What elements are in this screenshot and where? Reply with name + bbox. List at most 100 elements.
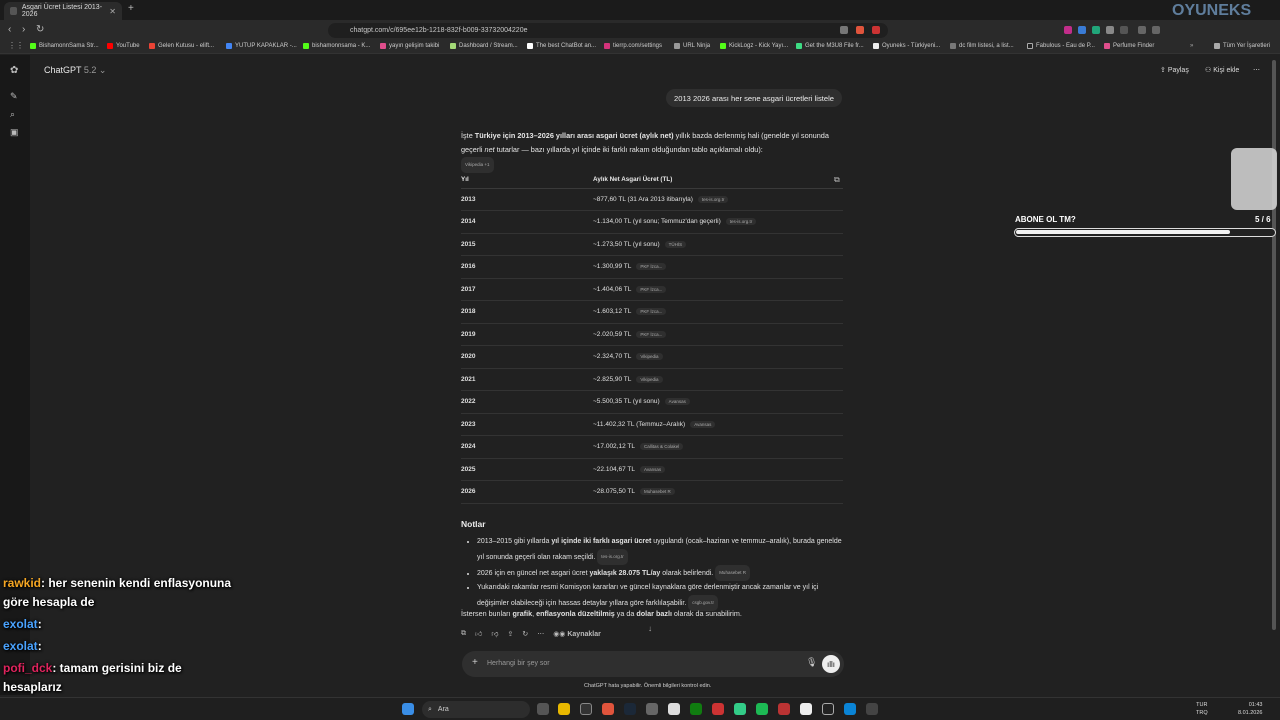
more-icon[interactable]: ⋯ xyxy=(537,630,544,638)
brave-rewards-icon[interactable] xyxy=(872,26,880,34)
steam-icon[interactable] xyxy=(624,703,636,715)
browser-tab[interactable]: Asgari Ücret Listesi 2013-2026 ✕ xyxy=(4,2,122,20)
all-bookmarks-folder[interactable]: Tüm Yer İşaretleri xyxy=(1214,43,1270,49)
table-row: 2021 ~2.825,90 TL Vikipedia xyxy=(461,368,843,391)
url-field[interactable]: chatgpt.com/c/695ee12b-1218-832f-b009-33… xyxy=(328,23,888,38)
source-chip[interactable]: tes-is.org.tr xyxy=(725,218,757,226)
spotify-icon[interactable] xyxy=(756,703,768,715)
extension-icon[interactable] xyxy=(1120,26,1128,34)
share-button[interactable]: ⇪ Paylaş xyxy=(1160,66,1189,74)
add-people-button[interactable]: ⚇ Kişi ekle xyxy=(1205,66,1239,74)
note-item: 2013–2015 gibi yıllarda yıl içinde iki f… xyxy=(477,535,845,565)
wage-value: ~1.603,12 TL xyxy=(593,308,632,316)
microphone-icon[interactable]: 🎙︎ xyxy=(806,657,817,668)
sources-button[interactable]: ◉◉ Kaynaklar xyxy=(553,630,601,638)
source-chip[interactable]: Vikipedia xyxy=(636,353,663,361)
thumbs-down-icon[interactable]: 👎︎ xyxy=(491,629,498,638)
store-icon[interactable] xyxy=(580,703,592,715)
bookmark-item[interactable]: Get the M3U8 File fr... xyxy=(796,43,864,49)
bookmark-item[interactable]: YUTUP KAPAKLAR -... xyxy=(226,43,297,49)
obs-icon[interactable] xyxy=(668,703,680,715)
back-icon[interactable]: ‹ xyxy=(8,24,11,35)
source-chip[interactable]: Muhasebet R xyxy=(715,565,750,581)
app-icon[interactable] xyxy=(734,703,746,715)
source-chip[interactable]: Avansas xyxy=(664,398,690,406)
bookmark-item[interactable]: BishamonnSama Str... xyxy=(30,43,99,49)
regenerate-icon[interactable]: ↻ xyxy=(522,630,528,638)
source-chip[interactable]: tes-is.org.tr xyxy=(597,549,628,565)
source-chip[interactable]: PKF İzca... xyxy=(636,285,667,293)
brave-icon[interactable] xyxy=(602,703,614,715)
app-icon[interactable] xyxy=(646,703,658,715)
brave-shield-icon[interactable] xyxy=(856,26,864,34)
copy-icon[interactable]: ⧉ xyxy=(461,630,466,638)
source-chip[interactable]: Callitas & Colakel xyxy=(640,443,684,451)
start-icon[interactable] xyxy=(402,703,414,715)
more-options-icon[interactable]: ⋯ xyxy=(1253,66,1260,74)
search-icon[interactable]: ⌕ xyxy=(10,109,15,120)
file-explorer-icon[interactable] xyxy=(558,703,570,715)
extension-icon[interactable] xyxy=(1106,26,1114,34)
app-icon[interactable] xyxy=(866,703,878,715)
source-chip[interactable]: Avansas xyxy=(690,420,716,428)
bookmark-item[interactable]: Oyuneks - Türkiyeni... xyxy=(873,43,940,49)
thumbs-up-icon[interactable]: 👍︎ xyxy=(475,629,482,638)
extension-icon[interactable] xyxy=(1078,26,1086,34)
sidebar-toggle-icon[interactable] xyxy=(1152,26,1160,34)
bookmark-item[interactable]: Dashboard / Stream... xyxy=(450,43,518,49)
source-chip[interactable]: Vikipedia +1 xyxy=(461,157,494,173)
new-chat-icon[interactable]: ✎ xyxy=(10,91,18,102)
source-chip[interactable]: PKF İzca... xyxy=(636,263,667,271)
apps-icon[interactable]: ⋮⋮ xyxy=(8,41,24,50)
app-icon[interactable] xyxy=(712,703,724,715)
bookmark-item[interactable]: Fabulous - Eau de P... xyxy=(1027,43,1095,49)
source-chip[interactable]: tes-is.org.tr xyxy=(697,195,729,203)
openai-logo-icon[interactable]: ✿ xyxy=(10,65,18,76)
language-indicator[interactable]: TUR TRQ xyxy=(1196,701,1208,717)
source-chip[interactable]: Vikipedia xyxy=(636,375,663,383)
source-chip[interactable]: PKF İzca... xyxy=(636,330,667,338)
composer-input[interactable]: Herhangi bir şey sor xyxy=(487,660,550,667)
reload-icon[interactable]: ↻ xyxy=(36,24,44,35)
extension-icon[interactable] xyxy=(1092,26,1100,34)
year-cell: 2017 xyxy=(461,278,593,301)
extension-icon[interactable] xyxy=(1064,26,1072,34)
task-view-icon[interactable] xyxy=(537,703,549,715)
voice-mode-icon[interactable]: ıllı xyxy=(822,655,840,673)
share-page-icon[interactable] xyxy=(840,26,848,34)
bookmark-item[interactable]: yayın gelişim takibi xyxy=(380,43,439,49)
bookmark-item[interactable]: bishamonnsama - K... xyxy=(303,43,370,49)
scroll-down-icon[interactable]: ↓ xyxy=(648,624,652,633)
taskbar-search[interactable]: ⌕ Ara xyxy=(422,701,530,718)
bookmark-item[interactable]: Perfume Finder xyxy=(1104,43,1154,49)
app-icon[interactable] xyxy=(822,703,834,715)
close-tab-icon[interactable]: ✕ xyxy=(109,7,116,16)
page-scrollbar[interactable] xyxy=(1272,60,1277,630)
more-bookmarks-icon[interactable]: » xyxy=(1190,43,1193,49)
source-chip[interactable]: Muhasebet R xyxy=(640,488,675,496)
bookmark-item[interactable]: URL Ninja xyxy=(674,43,710,49)
bookmark-item[interactable]: Gelen Kutusu - elift... xyxy=(149,43,214,49)
bookmark-item[interactable]: YouTube xyxy=(107,43,140,49)
forward-icon[interactable]: › xyxy=(22,24,25,35)
bookmark-item[interactable]: The best ChatBot an... xyxy=(527,43,596,49)
source-chip[interactable]: TÜHİS xyxy=(664,240,687,248)
xbox-icon[interactable] xyxy=(690,703,702,715)
app-icon[interactable] xyxy=(778,703,790,715)
share-icon[interactable]: ⇪ xyxy=(507,630,513,638)
extensions-menu-icon[interactable] xyxy=(1138,26,1146,34)
bookmark-item[interactable]: tierrp.com/settings xyxy=(604,43,662,49)
message-composer[interactable]: + Herhangi bir şey sor 🎙︎ ıllı xyxy=(462,651,844,677)
system-clock[interactable]: 01:43 8.01.2026 xyxy=(1238,701,1262,717)
subscribe-goal-label: ABONE OL TM? xyxy=(1015,215,1076,224)
source-chip[interactable]: PKF İzca... xyxy=(636,308,667,316)
source-chip[interactable]: Avansas xyxy=(640,465,666,473)
attach-plus-icon[interactable]: + xyxy=(472,657,478,668)
model-selector[interactable]: ChatGPT 5.2 ⌄ xyxy=(44,65,106,76)
bookmark-item[interactable]: KickLogz - Kick Yayı... xyxy=(720,43,788,49)
library-icon[interactable]: ▣ xyxy=(10,127,19,138)
new-tab-button[interactable]: + xyxy=(128,3,134,14)
edge-icon[interactable] xyxy=(844,703,856,715)
notepad-icon[interactable] xyxy=(800,703,812,715)
bookmark-item[interactable]: dc film listesi, a list... xyxy=(950,43,1014,49)
